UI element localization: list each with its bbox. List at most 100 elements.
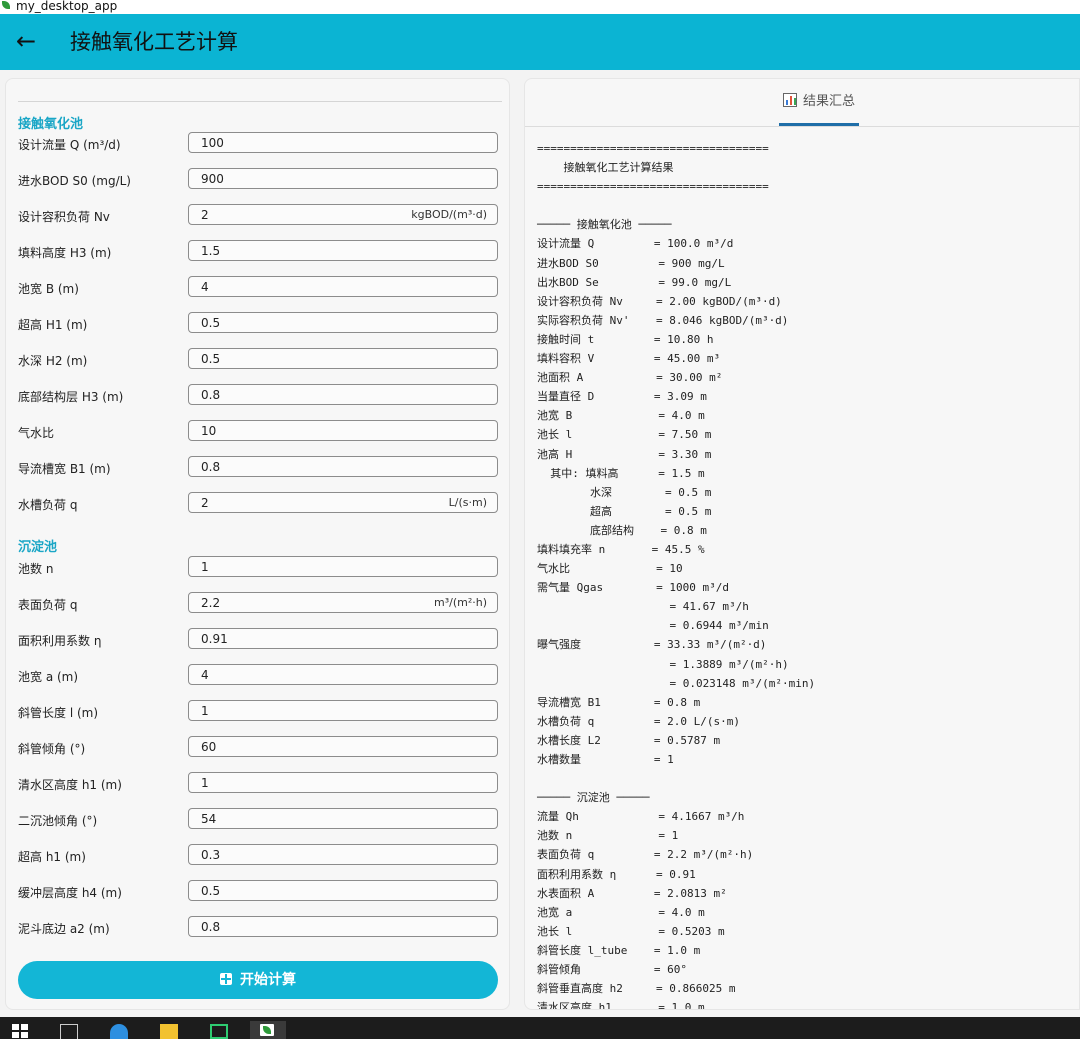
- form-row: 设计流量 Q (m³/d) 100: [18, 132, 502, 154]
- field-input[interactable]: 900: [188, 168, 498, 189]
- form-row: 水深 H2 (m) 0.5: [18, 348, 502, 370]
- window-titlebar: my_desktop_app: [0, 0, 1080, 14]
- windows-start-icon[interactable]: [12, 1024, 30, 1039]
- result-line: 水深 = 0.5 m: [537, 485, 712, 499]
- field-input[interactable]: 0.5: [188, 348, 498, 369]
- window-title: my_desktop_app: [16, 0, 118, 13]
- form-row: 底部结构层 H3 (m) 0.8: [18, 384, 502, 406]
- field-value: 2: [201, 496, 209, 510]
- form-row: 水槽负荷 q 2 L/(s·m): [18, 492, 502, 514]
- field-value: 0.5: [201, 884, 221, 898]
- page-title: 接触氧化工艺计算: [70, 30, 238, 54]
- field-value: 0.91: [201, 632, 228, 646]
- result-line: 需气量 Qgas = 1000 m³/d: [537, 581, 729, 595]
- results-panel: 结果汇总 ===================================…: [524, 78, 1080, 1010]
- result-line: 接触氧化工艺计算结果: [537, 161, 674, 175]
- result-line: ───── 沉淀池 ─────: [537, 791, 650, 805]
- tab-results-summary[interactable]: 结果汇总: [779, 79, 859, 125]
- field-input[interactable]: 1: [188, 556, 498, 577]
- result-line: 面积利用系数 η = 0.91: [537, 867, 696, 881]
- field-input[interactable]: 1: [188, 772, 498, 793]
- field-input[interactable]: 2 L/(s·m): [188, 492, 498, 513]
- form-row: 清水区高度 h1 (m) 1: [18, 772, 502, 794]
- field-input[interactable]: 4: [188, 276, 498, 297]
- result-line: 水槽数量 = 1: [537, 753, 674, 766]
- my-desktop-app-taskbar-button[interactable]: [250, 1021, 286, 1039]
- field-input[interactable]: 0.8: [188, 384, 498, 405]
- form-row: 设计容积负荷 Nv 2 kgBOD/(m³·d): [18, 204, 502, 226]
- file-explorer-icon[interactable]: [160, 1024, 178, 1039]
- terminal-app-icon[interactable]: [210, 1024, 228, 1039]
- result-line: 池数 n = 1: [537, 829, 679, 843]
- field-input[interactable]: 0.5: [188, 312, 498, 333]
- result-line: 水表面积 A = 2.0813 m²: [537, 886, 727, 900]
- field-label: 超高 h1 (m): [18, 850, 86, 864]
- field-input[interactable]: 0.5: [188, 880, 498, 901]
- result-line: 池长 l = 7.50 m: [537, 428, 712, 442]
- section-title-sedimentation: 沉淀池: [18, 540, 58, 555]
- form-row: 泥斗底边 a2 (m) 0.8: [18, 916, 502, 938]
- field-label: 池宽 a (m): [18, 670, 79, 684]
- field-value: 60: [201, 740, 217, 754]
- field-input[interactable]: 60: [188, 736, 498, 757]
- field-label: 清水区高度 h1 (m): [18, 778, 122, 792]
- result-line: ===================================: [537, 142, 769, 155]
- field-value: 4: [201, 280, 209, 294]
- field-label: 气水比: [18, 426, 55, 440]
- result-line: 接触时间 t = 10.80 h: [537, 332, 714, 346]
- field-value: 1: [201, 560, 209, 574]
- form-row: 池数 n 1: [18, 556, 502, 578]
- tab-divider: [525, 126, 1079, 127]
- field-label: 进水BOD S0 (mg/L): [18, 174, 131, 188]
- field-input[interactable]: 0.8: [188, 916, 498, 937]
- divider: [18, 101, 502, 102]
- field-input[interactable]: 4: [188, 664, 498, 685]
- field-label: 设计容积负荷 Nv: [18, 210, 110, 224]
- field-input[interactable]: 2.2 m³/(m²·h): [188, 592, 498, 613]
- field-value: 900: [201, 172, 224, 186]
- result-line: 斜管垂直高度 h2 = 0.866025 m: [537, 982, 736, 996]
- result-line: 其中: 填料高 = 1.5 m: [537, 466, 705, 480]
- field-value: 1: [201, 704, 209, 718]
- form-row: 导流槽宽 B1 (m) 0.8: [18, 456, 502, 478]
- form-row: 面积利用系数 η 0.91: [18, 628, 502, 650]
- field-input[interactable]: 1: [188, 700, 498, 721]
- result-line: 曝气强度 = 33.33 m³/(m²·d): [537, 638, 767, 652]
- field-input[interactable]: 100: [188, 132, 498, 153]
- field-label: 底部结构层 H3 (m): [18, 390, 124, 404]
- field-label: 缓冲层高度 h4 (m): [18, 886, 122, 900]
- result-line: 池宽 a = 4.0 m: [537, 905, 705, 919]
- field-value: 0.8: [201, 388, 221, 402]
- form-row: 池宽 B (m) 4: [18, 276, 502, 298]
- field-label: 斜管长度 l (m): [18, 706, 99, 720]
- result-line: 池高 H = 3.30 m: [537, 447, 712, 461]
- field-input[interactable]: 54: [188, 808, 498, 829]
- form-row: 缓冲层高度 h4 (m) 0.5: [18, 880, 502, 902]
- back-arrow-icon[interactable]: ←: [12, 28, 40, 56]
- field-input[interactable]: 2 kgBOD/(m³·d): [188, 204, 498, 225]
- app-bar: ← 接触氧化工艺计算: [0, 14, 1080, 70]
- result-line: 填料容积 V = 45.00 m³: [537, 352, 721, 366]
- task-view-icon[interactable]: [60, 1024, 78, 1039]
- form-row: 超高 h1 (m) 0.3: [18, 844, 502, 866]
- taskbar: [0, 1017, 1080, 1039]
- result-line: 池宽 B = 4.0 m: [537, 409, 705, 423]
- calculator-icon: [220, 973, 232, 985]
- field-value: 0.5: [201, 352, 221, 366]
- result-line: 设计容积负荷 Nv = 2.00 kgBOD/(m³·d): [537, 294, 782, 308]
- start-calculation-button[interactable]: 开始计算: [18, 961, 498, 999]
- edge-browser-icon[interactable]: [110, 1024, 128, 1039]
- field-input[interactable]: 10: [188, 420, 498, 441]
- result-line: ───── 接触氧化池 ─────: [537, 218, 672, 232]
- field-value: 10: [201, 424, 217, 438]
- field-value: 4: [201, 668, 209, 682]
- field-input[interactable]: 0.8: [188, 456, 498, 477]
- field-value: 0.3: [201, 848, 221, 862]
- result-line: = 0.6944 m³/min: [537, 619, 769, 633]
- field-value: 0.8: [201, 460, 221, 474]
- result-line: 实际容积负荷 Nv' = 8.046 kgBOD/(m³·d): [537, 313, 789, 327]
- field-input[interactable]: 0.91: [188, 628, 498, 649]
- field-input[interactable]: 1.5: [188, 240, 498, 261]
- field-label: 超高 H1 (m): [18, 318, 88, 332]
- field-input[interactable]: 0.3: [188, 844, 498, 865]
